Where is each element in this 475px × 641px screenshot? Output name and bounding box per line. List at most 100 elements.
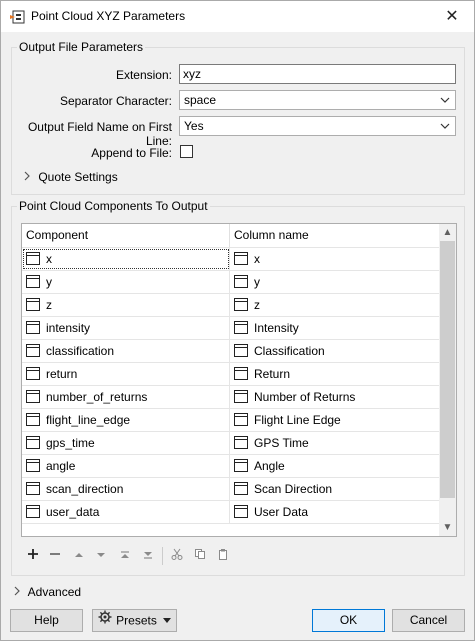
component-cell[interactable]: y xyxy=(22,271,230,293)
cancel-button[interactable]: Cancel xyxy=(392,609,465,632)
column-name-cell[interactable]: z xyxy=(230,294,439,316)
gear-icon xyxy=(98,610,112,631)
table-row[interactable]: gps_time GPS Time xyxy=(22,431,439,454)
component-cell[interactable]: z xyxy=(22,294,230,316)
column-name: Classification xyxy=(254,344,325,358)
field-icon xyxy=(26,482,40,495)
append-checkbox[interactable] xyxy=(180,145,193,158)
plus-icon[interactable] xyxy=(24,547,42,565)
table-row[interactable]: user_data User Data xyxy=(22,500,439,523)
column-name-cell[interactable]: y xyxy=(230,271,439,293)
empty-row[interactable] xyxy=(22,523,439,536)
help-button-label: Help xyxy=(34,613,59,627)
component-name: z xyxy=(46,298,52,312)
column-name-cell[interactable]: Scan Direction xyxy=(230,478,439,500)
component-cell[interactable]: scan_direction xyxy=(22,478,230,500)
component-cell[interactable]: intensity xyxy=(22,317,230,339)
field-icon xyxy=(234,367,248,380)
table-row[interactable]: intensity Intensity xyxy=(22,316,439,339)
column-name-cell[interactable]: x xyxy=(230,248,439,270)
ok-button[interactable]: OK xyxy=(312,609,385,632)
move-up-icon[interactable] xyxy=(70,547,88,565)
cut-icon[interactable] xyxy=(168,547,186,565)
column-name: GPS Time xyxy=(254,436,309,450)
extension-field[interactable] xyxy=(179,64,456,84)
vertical-scrollbar[interactable]: ▲ ▼ xyxy=(439,224,456,536)
column-name-cell[interactable]: Intensity xyxy=(230,317,439,339)
table-row[interactable]: yy xyxy=(22,270,439,293)
quote-settings-label: Quote Settings xyxy=(38,170,118,184)
minus-icon[interactable] xyxy=(46,547,64,565)
table-row[interactable]: xx xyxy=(22,247,439,270)
field-name-label: Output Field Name on First Line: xyxy=(27,120,172,148)
component-name: x xyxy=(46,252,52,266)
component-cell[interactable]: number_of_returns xyxy=(22,386,230,408)
component-cell[interactable]: user_data xyxy=(22,501,230,523)
components-legend: Point Cloud Components To Output xyxy=(17,199,210,213)
advanced-expander[interactable]: Advanced xyxy=(13,585,81,599)
column-name: Intensity xyxy=(254,321,299,335)
table-row[interactable]: classification Classification xyxy=(22,339,439,362)
app-icon xyxy=(9,9,25,25)
column-name-cell[interactable]: Angle xyxy=(230,455,439,477)
copy-icon[interactable] xyxy=(191,547,209,565)
component-name: flight_line_edge xyxy=(46,413,131,427)
extension-label: Extension: xyxy=(115,68,172,82)
table-row[interactable]: flight_line_edge Flight Line Edge xyxy=(22,408,439,431)
scroll-down-icon[interactable]: ▼ xyxy=(439,519,456,536)
field-icon xyxy=(26,459,40,472)
column-name: Angle xyxy=(254,459,285,473)
table-row[interactable]: angle Angle xyxy=(22,454,439,477)
field-icon xyxy=(26,413,40,426)
component-cell[interactable]: angle xyxy=(22,455,230,477)
field-icon xyxy=(234,505,248,518)
separator-dropdown[interactable]: space xyxy=(179,90,456,110)
column-name: x xyxy=(254,252,260,266)
advanced-label: Advanced xyxy=(27,585,82,599)
table-row[interactable]: zz xyxy=(22,293,439,316)
component-cell[interactable]: return xyxy=(22,363,230,385)
table-row[interactable]: return Return xyxy=(22,362,439,385)
component-cell[interactable]: gps_time xyxy=(22,432,230,454)
quote-settings-expander[interactable]: Quote Settings xyxy=(23,170,118,184)
move-down-icon[interactable] xyxy=(92,547,110,565)
presets-button[interactable]: Presets xyxy=(92,609,177,632)
component-name: number_of_returns xyxy=(46,390,148,404)
column-name: Flight Line Edge xyxy=(254,413,341,427)
close-button[interactable]: ✕ xyxy=(430,1,474,32)
output-file-legend: Output File Parameters xyxy=(17,40,146,54)
scrollbar-thumb[interactable] xyxy=(440,241,455,498)
component-cell[interactable]: classification xyxy=(22,340,230,362)
move-bottom-icon[interactable] xyxy=(139,547,157,565)
help-button[interactable]: Help xyxy=(10,609,83,632)
chevron-down-icon xyxy=(439,119,451,133)
field-icon xyxy=(234,275,248,288)
column-header-column-name[interactable]: Column name xyxy=(230,224,439,247)
scroll-up-icon[interactable]: ▲ xyxy=(439,224,456,241)
column-name-cell[interactable]: User Data xyxy=(230,501,439,523)
field-icon xyxy=(234,298,248,311)
column-name-cell[interactable]: Classification xyxy=(230,340,439,362)
field-icon xyxy=(234,459,248,472)
cancel-button-label: Cancel xyxy=(409,613,448,627)
column-name-cell[interactable]: GPS Time xyxy=(230,432,439,454)
field-icon xyxy=(234,390,248,403)
column-name: Return xyxy=(254,367,291,381)
paste-icon[interactable] xyxy=(214,547,232,565)
table-row[interactable]: number_of_returns Number of Returns xyxy=(22,385,439,408)
table-row[interactable]: scan_direction Scan Direction xyxy=(22,477,439,500)
component-cell[interactable]: x xyxy=(22,248,230,270)
component-name: classification xyxy=(46,344,115,358)
field-icon xyxy=(234,482,248,495)
component-cell[interactable]: flight_line_edge xyxy=(22,409,230,431)
column-name-cell[interactable]: Return xyxy=(230,363,439,385)
column-header-component[interactable]: Component xyxy=(22,224,230,247)
separator-label: Separator Character: xyxy=(59,94,172,108)
column-name-cell[interactable]: Flight Line Edge xyxy=(230,409,439,431)
ok-button-label: OK xyxy=(339,613,358,627)
column-name-cell[interactable]: Number of Returns xyxy=(230,386,439,408)
move-top-icon[interactable] xyxy=(116,547,134,565)
component-name: intensity xyxy=(46,321,91,335)
field-name-dropdown[interactable]: Yes xyxy=(179,116,456,136)
window-title: Point Cloud XYZ Parameters xyxy=(31,9,186,23)
